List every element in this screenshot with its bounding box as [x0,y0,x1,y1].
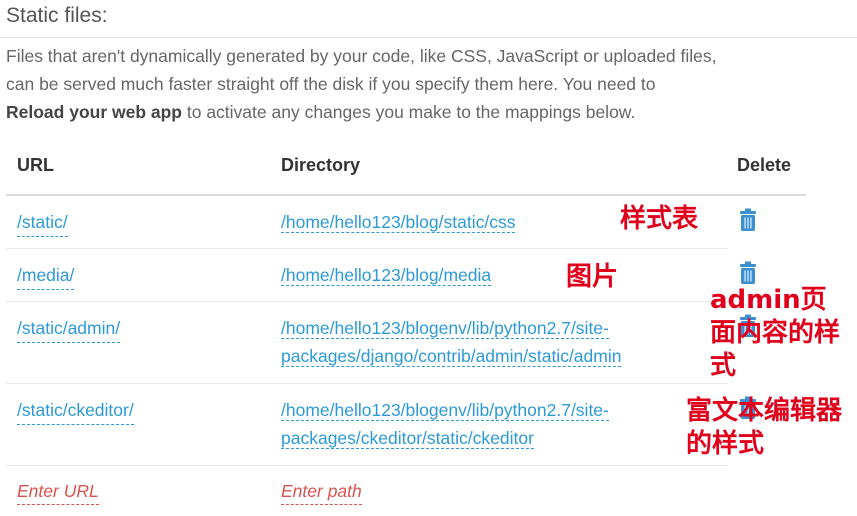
row-divider [6,301,728,302]
row-4-directory[interactable]: /home/hello123/blogenv/lib/python2.7/sit… [281,396,701,452]
description-line-3-rest: to activate any changes you make to the … [182,102,636,122]
column-header-directory: Directory [281,155,361,175]
enter-url-input[interactable]: Enter URL [17,478,99,505]
enter-path-input[interactable]: Enter path [281,478,362,505]
reload-web-app-text: Reload your web app [6,102,182,122]
title-divider [0,37,857,38]
annotation-rich-text-editor-styles: 富文本编辑器的样式 [686,396,843,459]
annotation-images: 图片 [566,262,619,292]
row-1-delete-trash-icon[interactable] [738,208,758,232]
description-line-2: can be served much faster straight off t… [6,74,656,94]
row-3-directory[interactable]: /home/hello123/blogenv/lib/python2.7/sit… [281,314,701,370]
row-1-directory-text[interactable]: /home/hello123/blog/static/css [281,212,516,233]
annotation-stylesheet: 样式表 [620,204,699,234]
row-2-url[interactable]: /media/ [17,261,75,290]
row-divider [6,465,728,466]
header-divider [6,194,806,196]
row-2-delete-trash-icon[interactable] [738,261,758,285]
row-1-url[interactable]: /static/ [17,208,68,237]
row-2-directory[interactable]: /home/hello123/blog/media [281,261,701,289]
section-title: Static files: [6,4,108,27]
column-header-delete: Delete [737,155,792,175]
section-description: Files that aren't dynamically generated … [6,42,826,126]
row-2-directory-text[interactable]: /home/hello123/blog/media [281,265,492,286]
row-4-url[interactable]: /static/ckeditor/ [17,396,134,425]
annotation-admin-styles: admin页面内容的样式 [710,285,841,381]
row-divider [6,383,728,384]
row-3-directory-text[interactable]: /home/hello123/blogenv/lib/python2.7/sit… [281,318,622,367]
row-3-url[interactable]: /static/admin/ [17,314,121,343]
description-line-3: Reload your web app to activate any chan… [6,98,826,126]
row-divider [6,248,728,249]
row-4-directory-text[interactable]: /home/hello123/blogenv/lib/python2.7/sit… [281,400,609,449]
description-line-1: Files that aren't dynamically generated … [6,46,717,66]
column-header-url: URL [17,155,54,175]
